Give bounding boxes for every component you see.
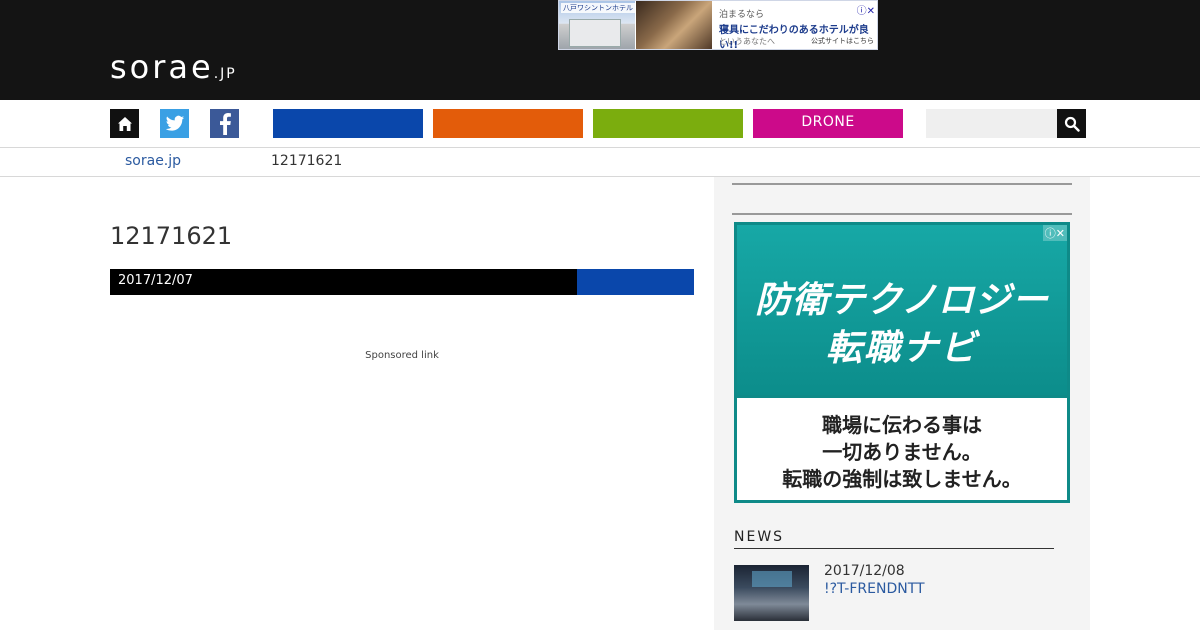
ad-building-shape — [569, 19, 621, 47]
ad-body-2: 一切ありません。 — [822, 440, 982, 464]
article-date: 2017/12/07 — [118, 273, 193, 288]
sidebar-ad[interactable]: 防衛テクノロジー 転職ナビ ⓘ✕ 職場に伝わる事は 一切ありません。 転職の強制… — [734, 222, 1070, 503]
facebook-button[interactable] — [210, 109, 239, 138]
sidebar-divider — [732, 213, 1072, 215]
ad-brand-text: 八戸ワシントンホテル — [561, 3, 635, 13]
ad-body-1: 職場に伝わる事は — [822, 413, 982, 437]
article-category-badge[interactable] — [577, 269, 694, 295]
sidebar-ad-header: 防衛テクノロジー 転職ナビ ⓘ✕ — [737, 225, 1067, 398]
ad-line-1: 泊まるなら — [719, 10, 765, 20]
top-banner-ad[interactable]: 八戸ワシントンホテル 泊まるなら 寝具にこだわりのあるホテルが良い!! というあ… — [558, 0, 878, 50]
ad-headline-2: 転職ナビ — [825, 328, 978, 369]
search-input[interactable] — [926, 109, 1058, 138]
search-button[interactable] — [1057, 109, 1086, 138]
ad-line-3: というあなたへ — [719, 37, 775, 46]
breadcrumb: sorae.jp 12171621 — [0, 148, 1200, 177]
nav-category-drone[interactable]: DRONE — [753, 109, 903, 138]
ad-hotel-image: 八戸ワシントンホテル — [559, 1, 635, 49]
nav-category-2[interactable] — [433, 109, 583, 138]
news-item-title[interactable]: !?T-FRENDNTT — [824, 581, 925, 597]
adchoice-icon[interactable]: ⓘ✕ — [1042, 225, 1067, 241]
article-meta-bar: 2017/12/07 — [110, 269, 694, 295]
ad-cta-link[interactable]: 公式サイトはこちら — [811, 36, 874, 46]
news-item-thumbnail[interactable] — [734, 565, 809, 621]
ad-room-image — [636, 1, 712, 49]
nav-category-3[interactable] — [593, 109, 743, 138]
breadcrumb-current: 12171621 — [271, 153, 343, 169]
breadcrumb-home-link[interactable]: sorae.jp — [125, 153, 181, 169]
logo-sub-text: .JP — [213, 66, 237, 82]
adchoice-icon[interactable]: ⓘ✕ — [857, 2, 875, 17]
home-icon — [117, 116, 132, 131]
search-icon — [1064, 116, 1080, 132]
news-heading: NEWS — [734, 529, 785, 545]
site-header: sorae.JP 八戸ワシントンホテル 泊まるなら 寝具にこだわりのあるホテルが… — [0, 0, 1200, 100]
facebook-icon — [219, 112, 231, 135]
home-button[interactable] — [110, 109, 139, 138]
news-item-date: 2017/12/08 — [824, 563, 905, 579]
twitter-button[interactable] — [160, 109, 189, 138]
sponsored-link-label: Sponsored link — [365, 350, 439, 361]
nav-category-1[interactable] — [273, 109, 423, 138]
sidebar: 防衛テクノロジー 転職ナビ ⓘ✕ 職場に伝わる事は 一切ありません。 転職の強制… — [714, 177, 1090, 630]
twitter-icon — [165, 115, 184, 131]
thumbnail-screen-shape — [752, 571, 792, 587]
logo-main-text: sorae — [110, 48, 214, 86]
news-divider — [734, 548, 1054, 549]
ad-body-3: 転職の強制は致しません。 — [782, 467, 1022, 491]
ad-headline-1: 防衛テクノロジー — [755, 280, 1049, 321]
page-title: 12171621 — [110, 222, 233, 250]
sidebar-divider — [732, 183, 1072, 185]
site-logo[interactable]: sorae.JP — [110, 48, 237, 86]
